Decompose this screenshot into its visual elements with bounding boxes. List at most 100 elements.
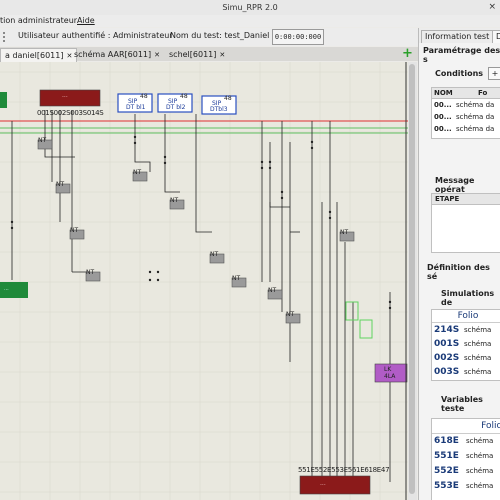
folio-references-top: 001S002S003S014S <box>37 109 104 117</box>
cell: schéma <box>466 482 494 490</box>
cell: 618E <box>434 436 459 446</box>
schematic-drawing <box>0 62 408 500</box>
test-name-label: Nom du test: test_Daniel <box>170 31 270 40</box>
purple-block-line2: 4LA <box>384 373 396 380</box>
cell: 00... <box>434 101 452 109</box>
cell: schéma <box>464 354 492 362</box>
relay-label: NT <box>56 181 65 188</box>
close-icon[interactable]: × <box>488 0 496 15</box>
variables-label: Variables teste <box>441 395 483 413</box>
close-tab-icon[interactable]: ✕ <box>219 51 225 59</box>
add-tab-icon[interactable]: + <box>402 46 413 61</box>
relay-label: NT <box>210 251 219 258</box>
table-row[interactable]: 00... schéma da <box>432 123 500 135</box>
conditions-label: Conditions <box>435 69 484 78</box>
bottom-red-block-label: ... <box>320 480 326 487</box>
table-row[interactable]: 214S schéma <box>432 323 500 337</box>
tab-schel[interactable]: schel[6011] ✕ <box>165 48 229 61</box>
purple-block-line1: LK <box>384 366 392 373</box>
folio-references-bottom: 551E552E553E561E618E47 <box>298 466 390 474</box>
schematic-canvas[interactable]: 48 SIP DT bl1 48 SIP DT bl2 48 SIP DTbl3… <box>0 62 408 500</box>
conditions-table: NOM Fo 00... schéma da 00... schéma da 0… <box>431 87 500 139</box>
cell: schéma <box>464 326 492 334</box>
relay-label: NT <box>38 137 47 144</box>
green-block-label: ... <box>4 286 9 292</box>
table-row[interactable]: 001S schéma <box>432 337 500 351</box>
dt-tag: 48 <box>224 95 232 102</box>
dt-tag: 48 <box>180 93 188 100</box>
cell: schéma da <box>456 113 495 121</box>
table-row[interactable]: 00... schéma da <box>432 111 500 123</box>
red-block <box>39 89 101 107</box>
definition-label: Définition des sé <box>427 263 490 281</box>
cell: 00... <box>434 125 452 133</box>
table-row[interactable]: 553E schéma <box>432 479 500 494</box>
tab-do[interactable]: Do <box>492 30 500 43</box>
cell: 002S <box>434 353 460 363</box>
cell: schéma <box>466 437 494 445</box>
cell: schéma <box>464 368 492 376</box>
table-header: Folio <box>432 310 500 323</box>
tab-label: schel[6011] <box>169 50 217 59</box>
green-contact <box>345 301 359 321</box>
bottom-red-block <box>299 475 371 495</box>
menu-bar: tion administrateur Aide <box>0 15 500 27</box>
table-row[interactable]: 002S schéma <box>432 351 500 365</box>
tab-schema-aar[interactable]: schéma AAR[6011] ✕ <box>70 48 164 61</box>
column-header: ETAPE <box>435 195 460 203</box>
tab-information-test[interactable]: Information test <box>421 30 494 43</box>
window-title: Simu_RPR 2.0 <box>222 3 278 12</box>
green-contact <box>359 319 373 339</box>
cell: schéma <box>464 340 492 348</box>
right-panel-body: Paramétrage des s Conditions + NOM Fo 00… <box>419 43 500 500</box>
add-condition-button[interactable]: + <box>488 67 500 80</box>
parametrage-heading: Paramétrage des s <box>423 46 500 64</box>
relay-label: NT <box>232 275 241 282</box>
cell: 551E <box>434 451 459 461</box>
message-label: Message opérat <box>435 176 475 194</box>
dt-tag: 48 <box>140 93 148 100</box>
dt-line2: DTbl3 <box>210 106 228 113</box>
right-panel: Information test Do Paramétrage des s Co… <box>418 28 500 500</box>
cell: schéma da <box>456 101 495 109</box>
time-display: 0:00:00:000 <box>272 29 324 45</box>
cell: schéma <box>466 452 494 460</box>
toolbar-handle-icon <box>3 32 11 42</box>
scrollbar-thumb[interactable] <box>409 64 415 494</box>
dt-line2: DT bl1 <box>126 104 146 111</box>
simulations-label: Simulations de <box>441 289 495 307</box>
relay-label: NT <box>268 287 277 294</box>
tab-daniel[interactable]: a daniel[6011] ✕ <box>0 48 78 62</box>
cell: schéma <box>466 467 494 475</box>
relay-label: NT <box>133 169 142 176</box>
cell: 214S <box>434 325 460 335</box>
user-label: Utilisateur authentifié : Administrateur <box>18 31 173 40</box>
table-row[interactable]: 00... schéma da <box>432 99 500 111</box>
tab-label: schéma AAR[6011] <box>74 50 152 59</box>
status-row: Utilisateur authentifié : Administrateur… <box>0 28 418 46</box>
close-tab-icon[interactable]: ✕ <box>154 51 160 59</box>
green-block <box>0 92 7 108</box>
red-block-label: ... <box>62 92 68 99</box>
table-row[interactable]: 618E schéma <box>432 434 500 449</box>
column-header: NOM <box>434 89 453 97</box>
menu-item-aide[interactable]: Aide <box>77 15 95 27</box>
table-row[interactable]: 551E schéma <box>432 449 500 464</box>
column-header: Fo <box>478 89 488 97</box>
table-row[interactable]: 552E schéma <box>432 464 500 479</box>
cell: 001S <box>434 339 460 349</box>
window-title-bar: Simu_RPR 2.0 × <box>0 0 500 16</box>
message-table: ETAPE <box>431 193 500 253</box>
variables-table: Folio 618E schéma 551E schéma 552E schém… <box>431 418 500 500</box>
relay-label: NT <box>70 227 79 234</box>
canvas-scrollbar[interactable] <box>408 62 417 500</box>
relay-label: NT <box>286 311 295 318</box>
menu-item-administration[interactable]: tion administrateur <box>0 15 77 27</box>
table-row[interactable]: 003S schéma <box>432 365 500 379</box>
dt-line2: DT bl2 <box>166 104 186 111</box>
cell: 553E <box>434 481 459 491</box>
cell: 003S <box>434 367 460 377</box>
wiring <box>11 110 391 482</box>
simulations-table: Folio 214S schéma 001S schéma 002S schém… <box>431 309 500 381</box>
table-header: Folio <box>432 419 500 434</box>
